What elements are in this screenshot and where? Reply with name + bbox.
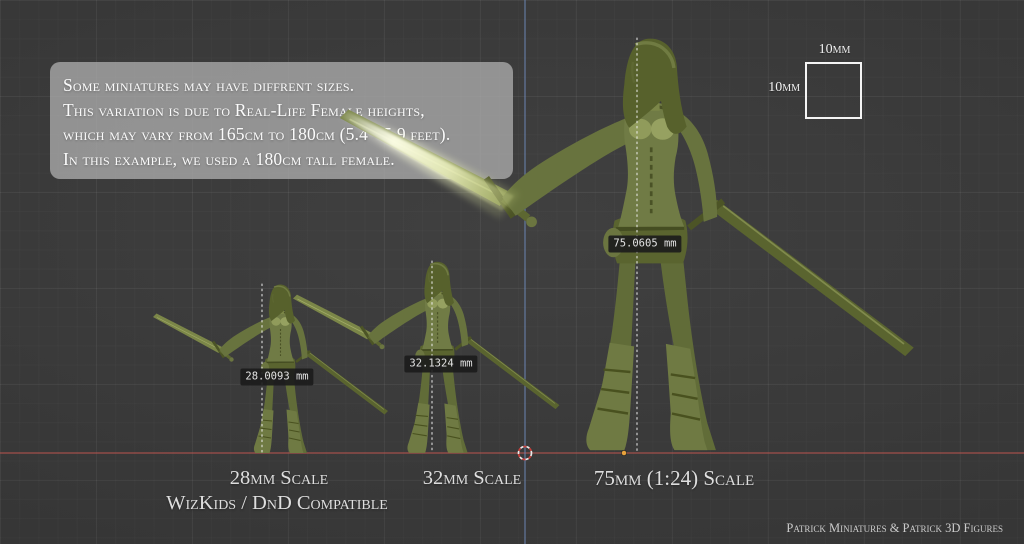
measurement-label-28mm: 28.0093 mm	[240, 369, 313, 386]
measurement-label-32mm: 32.1324 mm	[404, 356, 477, 373]
reference-square-side-label: 10mm	[756, 80, 800, 96]
info-line-3: which may vary from 165cm to 180cm (5.4 …	[63, 122, 503, 147]
info-line-1: Some miniatures may have diffrent sizes.	[63, 73, 503, 98]
credit-text: Patrick Miniatures & Patrick 3D Figures	[786, 521, 1003, 536]
scale-caption-28mm: 28mm Scale	[230, 467, 328, 490]
info-line-2: This variation is due to Real-Life Femal…	[63, 98, 503, 123]
scale-caption-28mm-compat: WizKids / DnD Compatible	[166, 492, 388, 515]
measurement-label-75mm: 75.0605 mm	[608, 236, 681, 253]
reference-square	[805, 62, 862, 119]
reference-square-top-label: 10mm	[805, 42, 864, 58]
scale-caption-32mm: 32mm Scale	[423, 467, 521, 490]
info-box: Some miniatures may have diffrent sizes.…	[50, 62, 513, 179]
3d-viewport[interactable]: Some miniatures may have diffrent sizes.…	[0, 0, 1024, 544]
object-origin-dot	[621, 450, 626, 455]
scale-caption-75mm: 75mm (1:24) Scale	[594, 466, 754, 491]
3d-cursor	[519, 447, 532, 460]
info-line-4: In this example, we used a 180cm tall fe…	[63, 147, 503, 172]
